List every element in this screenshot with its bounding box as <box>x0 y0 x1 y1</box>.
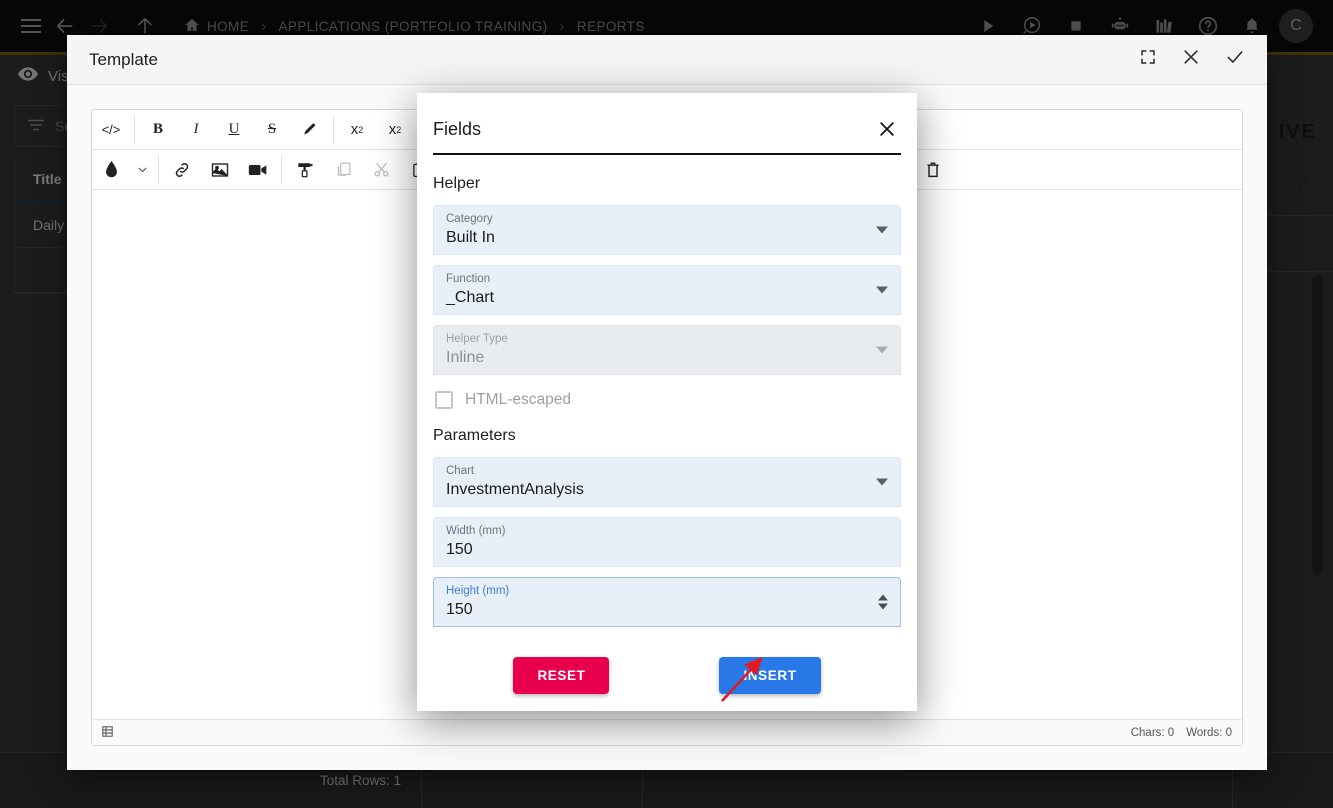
height-stepper[interactable] <box>878 594 888 610</box>
fields-dialog: Fields Helper Category Built In Function… <box>417 93 917 711</box>
italic-icon[interactable]: I <box>177 111 215 149</box>
chart-select[interactable]: Chart InvestmentAnalysis <box>433 457 901 507</box>
chevron-down-icon <box>876 478 888 486</box>
check-icon[interactable] <box>1225 47 1245 72</box>
function-value: _Chart <box>446 289 495 306</box>
parameters-section-title: Parameters <box>433 427 516 444</box>
cut-icon <box>362 151 400 189</box>
category-value: Built In <box>446 229 495 246</box>
editor-status-bar: Chars: 0 Words: 0 <box>92 719 1242 745</box>
html-escaped-checkbox-row[interactable]: HTML-escaped <box>435 391 901 409</box>
width-label: Width (mm) <box>446 525 506 537</box>
category-select[interactable]: Category Built In <box>433 205 901 255</box>
char-count: Chars: 0 <box>1130 726 1175 739</box>
height-label: Height (mm) <box>446 585 510 597</box>
video-icon[interactable] <box>239 151 277 189</box>
chart-value: InvestmentAnalysis <box>446 481 584 498</box>
width-value: 150 <box>446 541 473 558</box>
highlighter-icon[interactable] <box>291 111 329 149</box>
fields-dialog-header: Fields <box>417 93 917 153</box>
chevron-down-icon <box>876 226 888 234</box>
insert-button[interactable]: INSERT <box>719 657 821 694</box>
chart-label: Chart <box>446 465 475 477</box>
text-color-icon[interactable] <box>92 151 130 189</box>
height-input[interactable]: Height (mm) 150 <box>433 577 901 627</box>
close-icon[interactable] <box>873 115 901 143</box>
chevron-down-icon <box>876 346 888 354</box>
helper-section-title: Helper <box>433 175 481 192</box>
chevron-down-icon <box>876 286 888 294</box>
height-value: 150 <box>446 601 473 618</box>
template-dialog-actions <box>1139 47 1245 72</box>
bold-icon[interactable]: B <box>139 111 177 149</box>
helper-type-label: Helper Type <box>446 333 508 345</box>
code-icon[interactable]: </> <box>92 111 130 149</box>
html-escaped-label: HTML-escaped <box>465 391 571 408</box>
table-icon[interactable] <box>102 725 113 740</box>
underline-icon[interactable]: U <box>215 111 253 149</box>
chevron-down-icon[interactable] <box>130 151 154 189</box>
subscript-icon[interactable]: x2 <box>376 111 414 149</box>
close-icon[interactable] <box>1181 47 1201 72</box>
delete-icon[interactable] <box>914 151 952 189</box>
word-count: Words: 0 <box>1186 726 1232 739</box>
width-input[interactable]: Width (mm) 150 <box>433 517 901 567</box>
template-dialog-header: Template <box>67 35 1267 85</box>
image-icon[interactable] <box>201 151 239 189</box>
function-label: Function <box>446 273 491 285</box>
fields-dialog-body: Helper Category Built In Function _Chart… <box>417 155 917 694</box>
stepper-up-icon[interactable] <box>878 594 888 601</box>
reset-button[interactable]: RESET <box>513 657 610 694</box>
copy-icon <box>324 151 362 189</box>
stepper-down-icon[interactable] <box>878 603 888 610</box>
fields-dialog-title: Fields <box>433 118 482 139</box>
helper-type-select: Helper Type Inline <box>433 325 901 375</box>
superscript-icon[interactable]: x2 <box>338 111 376 149</box>
fullscreen-icon[interactable] <box>1139 48 1157 71</box>
helper-type-value: Inline <box>446 349 485 366</box>
strikethrough-icon[interactable]: S <box>253 111 291 149</box>
format-paint-icon[interactable] <box>286 151 324 189</box>
fields-dialog-buttons: RESET INSERT <box>433 657 901 694</box>
link-icon[interactable] <box>163 151 201 189</box>
html-escaped-checkbox[interactable] <box>435 391 453 409</box>
template-dialog-title: Template <box>89 49 158 69</box>
category-label: Category <box>446 213 493 225</box>
function-select[interactable]: Function _Chart <box>433 265 901 315</box>
